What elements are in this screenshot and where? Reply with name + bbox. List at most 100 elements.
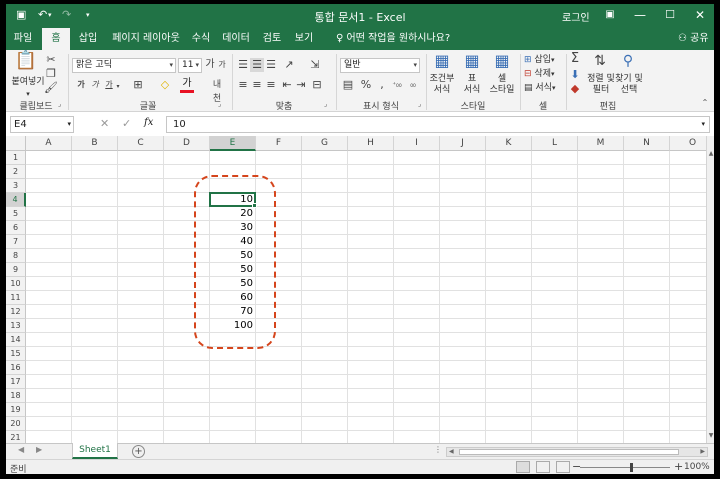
column-header-m[interactable]: M (578, 136, 624, 151)
ribbon-display-options-icon[interactable]: ▣ (600, 7, 620, 23)
increase-decimal-icon[interactable]: ⁺₀₀ (390, 78, 404, 92)
row-header-3[interactable]: 3 (6, 179, 26, 193)
column-header-k[interactable]: K (486, 136, 532, 151)
fill-color-icon[interactable]: ◇ (158, 78, 172, 92)
clipboard-launcher-icon[interactable]: ⌟ (58, 100, 61, 108)
scroll-up-icon[interactable]: ▲ (707, 150, 714, 160)
format-painter-icon[interactable]: 🖌 (44, 81, 58, 95)
align-right-icon[interactable]: ≡ (264, 78, 278, 92)
row-header-6[interactable]: 6 (6, 221, 26, 235)
clear-icon[interactable]: ◆ (568, 82, 582, 96)
add-sheet-icon[interactable]: + (132, 445, 145, 458)
row-header-20[interactable]: 20 (6, 417, 26, 431)
column-header-l[interactable]: L (532, 136, 578, 151)
column-header-o[interactable]: O (670, 136, 706, 151)
share-button[interactable]: ⚇ 공유 (678, 28, 709, 50)
decrease-indent-icon[interactable]: ⇤ (280, 78, 294, 92)
row-header-7[interactable]: 7 (6, 235, 26, 249)
decrease-font-size-icon[interactable]: 가 (216, 58, 228, 72)
minimize-icon[interactable]: — (630, 7, 650, 23)
font-name-select[interactable]: 맑은 고딕 ▾ (72, 58, 176, 73)
tab-split-icon[interactable]: ⋮ (434, 445, 442, 454)
underline-button[interactable]: 가 (104, 78, 114, 92)
enter-icon[interactable]: ✓ (122, 117, 131, 130)
cancel-icon[interactable]: ✕ (100, 117, 109, 130)
column-header-f[interactable]: F (256, 136, 302, 151)
name-box[interactable]: E4 ▾ (10, 116, 74, 133)
row-header-15[interactable]: 15 (6, 347, 26, 361)
paste-icon[interactable]: 📋 (14, 52, 38, 76)
sheet-tab-sheet1[interactable]: Sheet1 (72, 443, 118, 459)
sort-filter-icon[interactable]: ⇅ (590, 54, 610, 68)
maximize-icon[interactable]: ☐ (660, 7, 680, 23)
conditional-formatting-button[interactable]: 조건부 서식 (426, 74, 458, 96)
row-header-19[interactable]: 19 (6, 403, 26, 417)
font-launcher-icon[interactable]: ⌟ (218, 100, 221, 108)
column-header-n[interactable]: N (624, 136, 670, 151)
formula-input[interactable]: 10 ▾ (166, 116, 710, 133)
copy-icon[interactable]: ❐ (44, 67, 58, 81)
column-header-h[interactable]: H (348, 136, 394, 151)
row-header-4[interactable]: 4 (6, 193, 26, 207)
select-all-button[interactable] (6, 136, 26, 151)
tab-insert[interactable]: 삽입 (72, 28, 104, 50)
align-left-icon[interactable]: ≡ (236, 78, 250, 92)
number-launcher-icon[interactable]: ⌟ (418, 100, 421, 108)
percent-style-button[interactable]: % (360, 78, 372, 92)
tab-page-layout[interactable]: 페이지 레이아웃 (106, 28, 186, 50)
underline-dropdown-icon[interactable]: ▾ (114, 80, 122, 94)
tab-formulas[interactable]: 수식 (186, 28, 216, 50)
collapse-ribbon-icon[interactable]: ⌃ (700, 96, 710, 110)
wrap-text-icon[interactable]: ⇲ (308, 58, 322, 72)
row-header-10[interactable]: 10 (6, 277, 26, 291)
cut-icon[interactable]: ✂ (44, 53, 58, 67)
cell-styles-button[interactable]: 셀 스타일 (486, 74, 518, 96)
name-box-dropdown-icon[interactable]: ▾ (67, 117, 71, 132)
row-header-14[interactable]: 14 (6, 333, 26, 347)
format-as-table-icon[interactable]: ▦ (460, 53, 484, 69)
row-header-1[interactable]: 1 (6, 151, 26, 165)
delete-cells-button[interactable]: ⊟ 삭제▾ (524, 68, 564, 80)
scroll-right-icon[interactable]: ▶ (700, 448, 705, 455)
paste-button[interactable]: 붙여넣기▾ (10, 76, 46, 100)
format-cells-button[interactable]: ▤ 서식▾ (524, 82, 564, 94)
column-header-c[interactable]: C (118, 136, 164, 151)
column-header-j[interactable]: J (440, 136, 486, 151)
align-middle-icon[interactable]: ☰ (250, 58, 264, 72)
tab-home[interactable]: 홈 (42, 28, 70, 50)
orientation-icon[interactable]: ↗ (282, 58, 296, 72)
find-select-button[interactable]: 찾기 및 선택 (612, 74, 646, 96)
column-header-a[interactable]: A (26, 136, 72, 151)
merge-center-icon[interactable]: ⊟ (310, 78, 324, 92)
number-format-select[interactable]: 일반 ▾ (340, 58, 420, 73)
prev-sheet-icon[interactable]: ◀ (18, 445, 24, 454)
row-header-17[interactable]: 17 (6, 375, 26, 389)
scroll-left-icon[interactable]: ◀ (449, 448, 454, 455)
find-select-icon[interactable]: ⚲ (618, 54, 638, 68)
page-break-view-icon[interactable] (556, 461, 570, 473)
column-header-i[interactable]: I (394, 136, 440, 151)
normal-view-icon[interactable] (516, 461, 530, 473)
horizontal-scroll-thumb[interactable] (459, 449, 679, 455)
autosum-icon[interactable]: Σ (568, 52, 582, 66)
decrease-decimal-icon[interactable]: ₀₀ (406, 78, 420, 92)
font-size-select[interactable]: 11 ▾ (178, 58, 202, 73)
next-sheet-icon[interactable]: ▶ (36, 445, 42, 454)
font-color-icon[interactable]: 가 (180, 78, 194, 93)
page-layout-view-icon[interactable] (536, 461, 550, 473)
alignment-launcher-icon[interactable]: ⌟ (324, 100, 327, 108)
row-header-5[interactable]: 5 (6, 207, 26, 221)
tab-view[interactable]: 보기 (288, 28, 320, 50)
fill-icon[interactable]: ⬇ (568, 68, 582, 82)
align-center-icon[interactable]: ≡ (250, 78, 264, 92)
align-top-icon[interactable]: ☰ (236, 58, 250, 72)
tab-file[interactable]: 파일 (6, 28, 40, 50)
comma-style-icon[interactable]: , (376, 78, 388, 92)
column-header-b[interactable]: B (72, 136, 118, 151)
bold-button[interactable]: 가 (76, 78, 86, 92)
scroll-down-icon[interactable]: ▼ (707, 432, 714, 442)
tell-me-search[interactable]: ♀ 어떤 작업을 원하시나요? (336, 28, 450, 50)
zoom-in-icon[interactable]: + (674, 460, 683, 473)
expand-formula-bar-icon[interactable]: ▾ (701, 117, 705, 132)
row-header-9[interactable]: 9 (6, 263, 26, 277)
